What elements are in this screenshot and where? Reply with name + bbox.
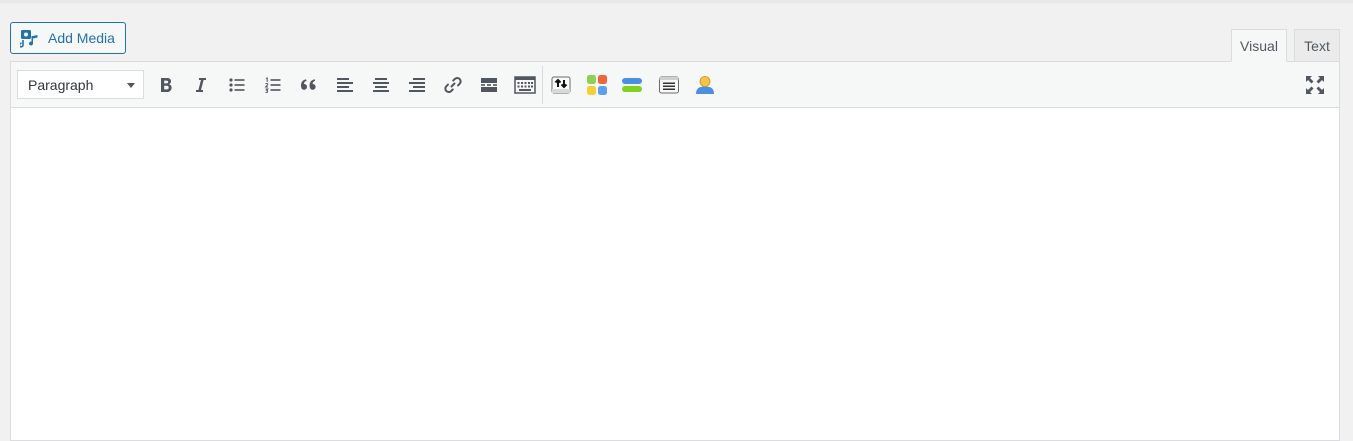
italic-button[interactable]: [187, 71, 215, 99]
format-select[interactable]: Paragraph: [17, 70, 144, 99]
layout-button[interactable]: [618, 71, 646, 99]
align-center-icon: [373, 78, 389, 92]
fullscreen-icon: [1306, 76, 1324, 94]
numbered-list-button[interactable]: [259, 71, 287, 99]
italic-icon: [196, 78, 206, 92]
format-select-value: Paragraph: [28, 76, 94, 93]
numbered-list-icon: [264, 77, 281, 93]
bold-button[interactable]: [152, 71, 180, 99]
tab-visual[interactable]: Visual: [1231, 29, 1287, 62]
add-media-button[interactable]: Add Media: [10, 22, 126, 54]
read-more-button[interactable]: [475, 71, 503, 99]
toolbar-separator: [542, 66, 543, 104]
tab-text-label: Text: [1304, 37, 1330, 54]
tab-visual-label: Visual: [1240, 37, 1278, 54]
insert-link-button[interactable]: [439, 71, 467, 99]
widgets-button[interactable]: [583, 71, 611, 99]
read-more-icon: [481, 78, 497, 92]
contact-form-icon: [659, 76, 679, 94]
layout-icon: [622, 78, 642, 92]
fullscreen-button[interactable]: [1301, 71, 1329, 99]
toolbar-toggle-icon: [514, 76, 536, 94]
contact-form-button[interactable]: [655, 71, 683, 99]
blockquote-button[interactable]: [295, 71, 323, 99]
editor-container: Paragraph: [10, 61, 1340, 441]
bold-icon: [161, 78, 172, 92]
insert-shortcode-icon: [551, 76, 571, 94]
bulleted-list-icon: [229, 78, 245, 92]
widgets-icon: [587, 75, 607, 95]
author-box-button[interactable]: [691, 71, 719, 99]
chevron-down-icon: [127, 83, 135, 88]
add-media-label: Add Media: [48, 30, 115, 46]
align-center-button[interactable]: [367, 71, 395, 99]
editor-content-area[interactable]: [11, 108, 1339, 440]
toolbar-toggle-button[interactable]: [511, 71, 539, 99]
editor-toolbar: Paragraph: [11, 62, 1339, 108]
insert-shortcode-button[interactable]: [547, 71, 575, 99]
link-icon: [444, 76, 462, 94]
author-box-icon: [696, 76, 714, 94]
align-left-icon: [337, 78, 353, 92]
align-right-button[interactable]: [403, 71, 431, 99]
add-media-icon: [20, 30, 38, 48]
tab-text[interactable]: Text: [1294, 29, 1340, 62]
blockquote-icon: [301, 79, 316, 90]
top-divider: [0, 0, 1353, 3]
align-right-icon: [409, 78, 425, 92]
align-left-button[interactable]: [331, 71, 359, 99]
bulleted-list-button[interactable]: [223, 71, 251, 99]
